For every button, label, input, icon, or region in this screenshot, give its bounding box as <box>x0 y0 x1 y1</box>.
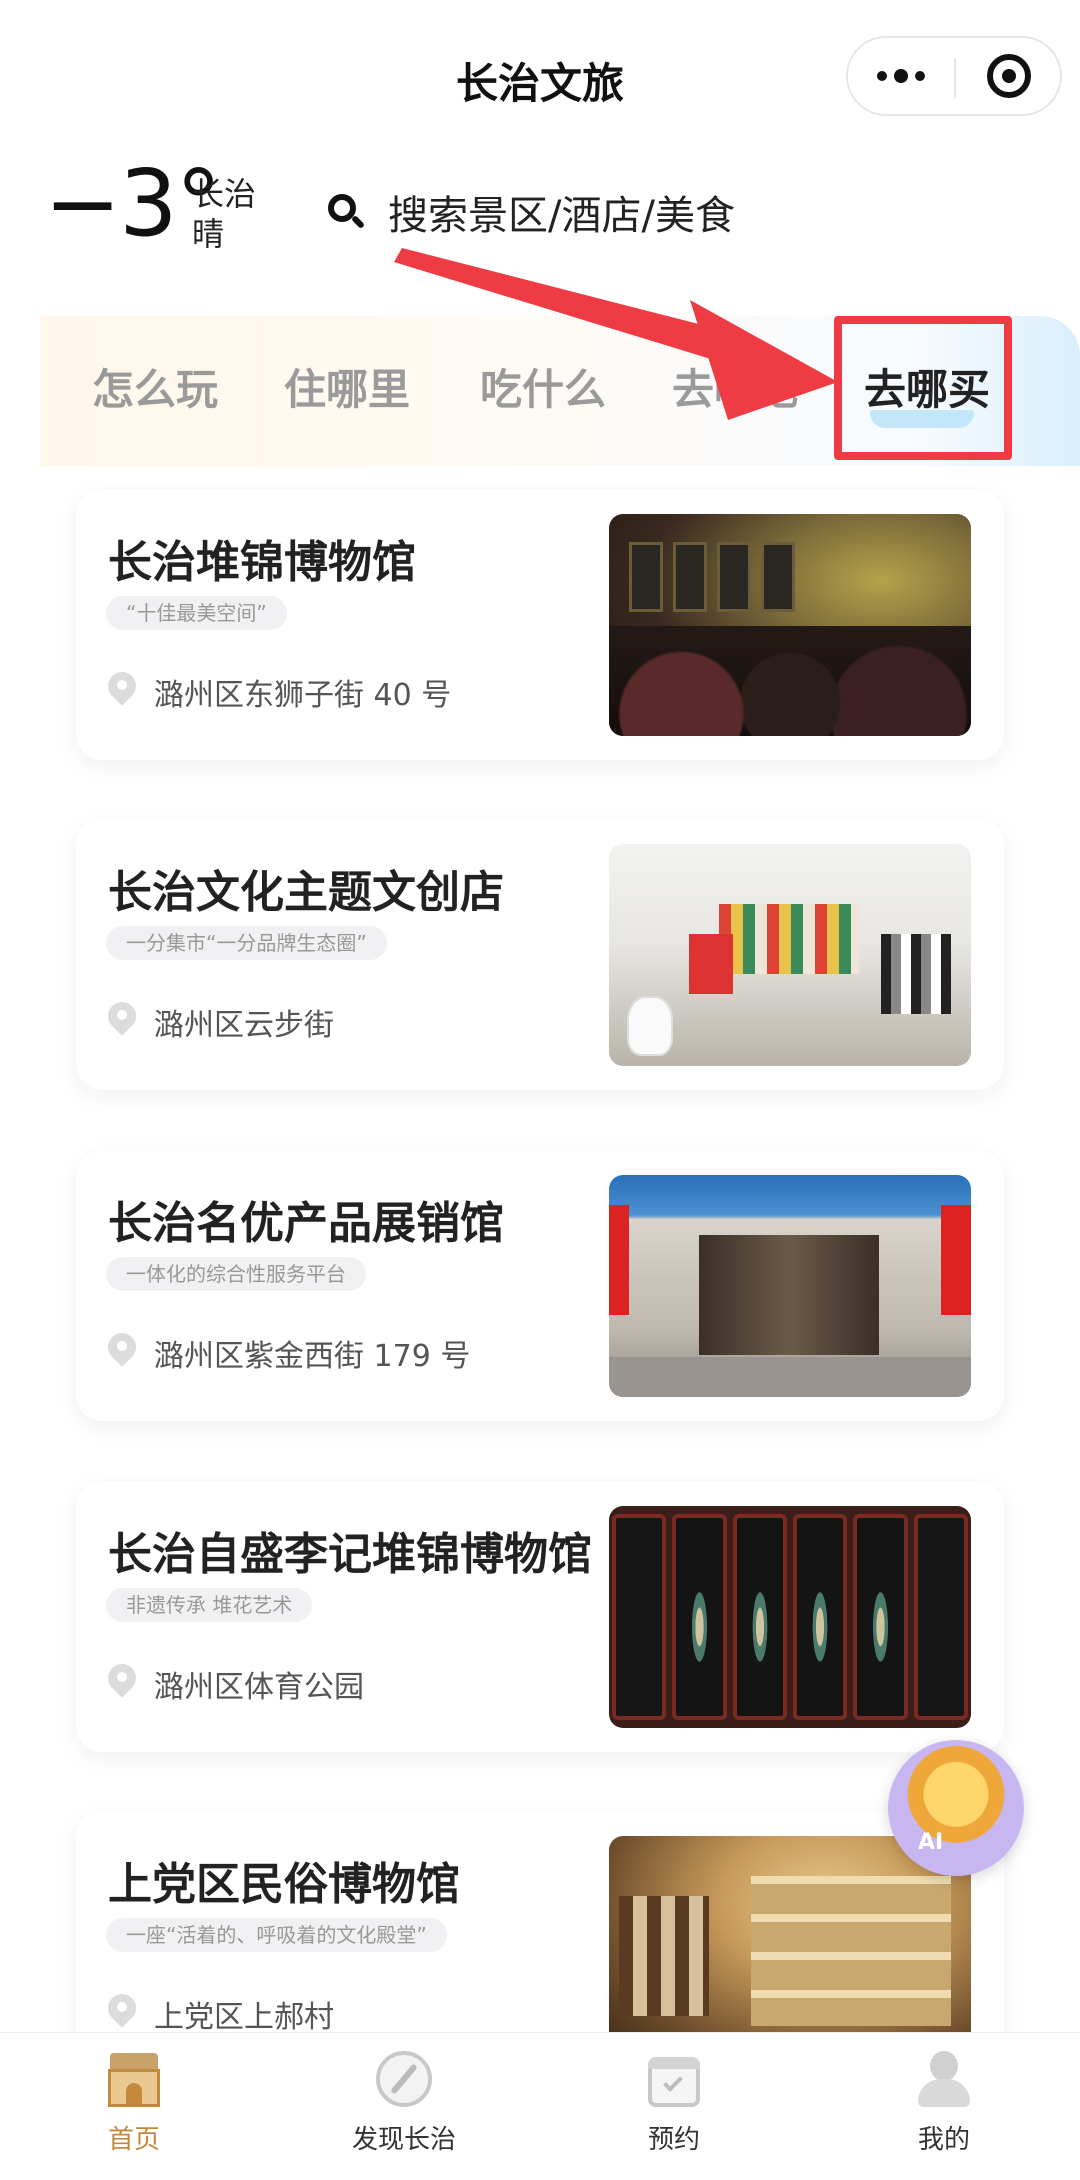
shop-name: 长治名优产品展销馆 <box>108 1198 504 1249</box>
shop-photo <box>609 514 971 736</box>
shop-address: 潞州区东狮子街 40 号 <box>154 678 452 713</box>
shop-photo <box>609 1175 971 1397</box>
more-dot-icon <box>894 69 908 83</box>
location-pin-icon <box>102 1988 142 2034</box>
weather-city: 长治 <box>192 175 257 213</box>
shop-tag: 一分集市“一分品牌生态圈” <box>106 926 387 960</box>
shop-card[interactable]: 长治堆锦博物馆 “十佳最美空间” 潞州区东狮子街 40 号 <box>76 490 1004 760</box>
shop-tag: 一体化的综合性服务平台 <box>106 1257 366 1291</box>
shop-location: 潞州区云步街 <box>102 996 334 1044</box>
ai-label: AI <box>918 1830 944 1855</box>
nav-label: 首页 <box>107 2125 160 2155</box>
tab-what-to-eat[interactable]: 吃什么 <box>480 356 606 417</box>
shop-address: 潞州区体育公园 <box>154 1670 364 1705</box>
annotation-highlight-box <box>834 316 1012 460</box>
shop-location: 潞州区紫金西街 179 号 <box>102 1327 471 1375</box>
shop-name: 上党区民俗博物馆 <box>108 1859 460 1910</box>
shop-address: 上党区上郝村 <box>154 2000 334 2035</box>
tab-where-to-stay[interactable]: 住哪里 <box>284 356 410 417</box>
weather-condition: 晴 <box>192 215 225 253</box>
location-pin-icon <box>102 1327 142 1373</box>
home-icon <box>104 2049 164 2109</box>
calendar-icon <box>644 2049 704 2109</box>
nav-label: 我的 <box>917 2125 970 2155</box>
shop-name: 长治文化主题文创店 <box>108 867 504 918</box>
shop-photo <box>609 1836 971 2058</box>
location-pin-icon <box>102 1658 142 1704</box>
bottom-tab-bar: 首页 发现长治 预约 我的 <box>0 2032 1080 2180</box>
close-mini-program-button[interactable] <box>956 38 1062 114</box>
shop-name: 长治堆锦博物馆 <box>108 537 416 588</box>
search-icon <box>326 192 366 232</box>
tab-where-to-eat[interactable]: 去哪吃 <box>672 356 798 417</box>
tab-how-to-play[interactable]: 怎么玩 <box>92 356 218 417</box>
user-icon <box>914 2049 974 2109</box>
search-placeholder: 搜索景区/酒店/美食 <box>388 193 735 239</box>
search-bar[interactable]: 搜索景区/酒店/美食 <box>326 180 886 244</box>
shop-card[interactable]: 长治名优产品展销馆 一体化的综合性服务平台 潞州区紫金西街 179 号 <box>76 1151 1004 1421</box>
mini-program-capsule <box>846 36 1062 116</box>
shop-name: 长治自盛李记堆锦博物馆 <box>108 1529 592 1580</box>
shop-card[interactable]: 长治自盛李记堆锦博物馆 非遗传承 堆花艺术 潞州区体育公园 <box>76 1482 1004 1752</box>
shop-tag: 一座“活着的、呼吸着的文化殿堂” <box>106 1918 447 1952</box>
shop-address: 潞州区紫金西街 179 号 <box>154 1339 471 1374</box>
nav-label: 预约 <box>647 2125 700 2155</box>
compass-icon <box>374 2049 434 2109</box>
page: 长治文旅 −3° 长治 晴 搜索景区/酒店/美食 怎么玩 住哪里 吃什么 去哪吃… <box>0 0 1080 2180</box>
more-button[interactable] <box>848 38 954 114</box>
ai-assistant-button[interactable]: AI <box>888 1740 1024 1876</box>
shop-location: 潞州区体育公园 <box>102 1658 364 1706</box>
shop-location: 潞州区东狮子街 40 号 <box>102 666 452 714</box>
shop-address: 潞州区云步街 <box>154 1008 334 1043</box>
shop-tag: “十佳最美空间” <box>106 596 287 630</box>
more-dot-icon <box>915 71 925 81</box>
target-icon <box>987 54 1031 98</box>
shop-card[interactable]: 长治文化主题文创店 一分集市“一分品牌生态圈” 潞州区云步街 <box>76 820 1004 1090</box>
shop-tag: 非遗传承 堆花艺术 <box>106 1588 313 1622</box>
more-dot-icon <box>877 71 887 81</box>
nav-home[interactable]: 首页 <box>34 2049 234 2156</box>
shop-photo <box>609 844 971 1066</box>
location-pin-icon <box>102 666 142 712</box>
nav-booking[interactable]: 预约 <box>574 2049 774 2156</box>
location-pin-icon <box>102 996 142 1042</box>
nav-discover[interactable]: 发现长治 <box>304 2049 504 2156</box>
shop-photo <box>609 1506 971 1728</box>
nav-label: 发现长治 <box>351 2125 456 2155</box>
app-header: 长治文旅 <box>0 0 1080 160</box>
nav-profile[interactable]: 我的 <box>844 2049 1044 2156</box>
shop-location: 上党区上郝村 <box>102 1988 334 2036</box>
